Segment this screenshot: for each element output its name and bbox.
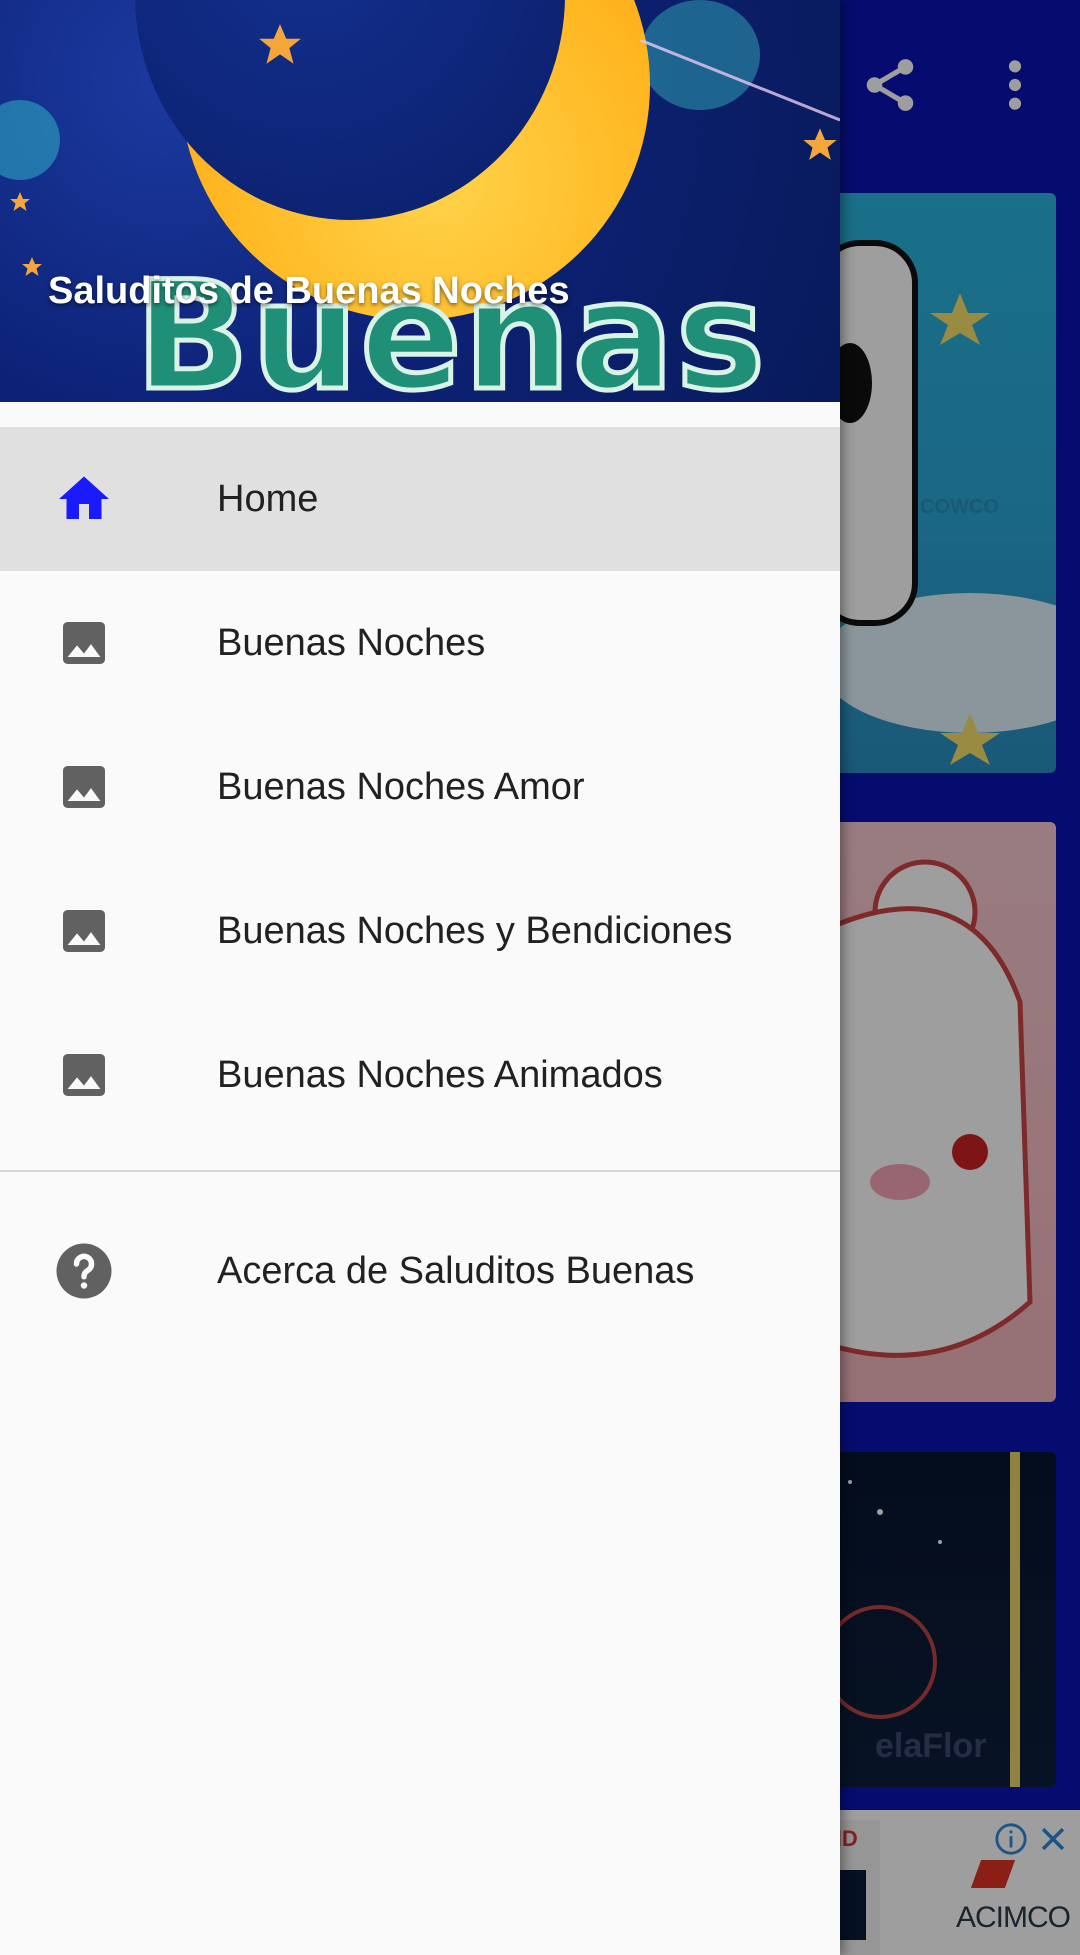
drawer-header: Buenas Saluditos de Buenas Noches [0, 0, 840, 402]
shooting-star [640, 40, 840, 122]
menu-item-buenas-noches-amor[interactable]: Buenas Noches Amor [0, 715, 840, 859]
menu-item-label: Acerca de Saluditos Buenas [217, 1249, 695, 1292]
menu-item-label: Buenas Noches y Bendiciones [217, 909, 733, 952]
menu-item-label: Buenas Noches Animados [217, 1053, 663, 1096]
image-icon [54, 1045, 114, 1105]
menu-item-about[interactable]: Acerca de Saluditos Buenas [0, 1199, 840, 1343]
menu-item-home[interactable]: Home [0, 427, 840, 571]
home-icon [54, 469, 114, 529]
menu-item-label: Buenas Noches Amor [217, 765, 585, 808]
help-icon [54, 1241, 114, 1301]
menu-item-buenas-noches-bendiciones[interactable]: Buenas Noches y Bendiciones [0, 859, 840, 1003]
star-icon [259, 24, 301, 64]
image-icon [54, 613, 114, 673]
star-icon [22, 257, 42, 276]
image-icon [54, 757, 114, 817]
menu-item-label: Buenas Noches [217, 621, 486, 664]
menu-item-buenas-noches[interactable]: Buenas Noches [0, 571, 840, 715]
drawer-title: Saluditos de Buenas Noches [48, 270, 570, 312]
navigation-drawer: Buenas Saluditos de Buenas Noches Home B… [0, 0, 840, 1955]
star-icon [10, 192, 30, 211]
menu-divider [0, 1170, 840, 1172]
menu-item-label: Home [217, 477, 319, 520]
decor-bubble [0, 100, 60, 180]
menu-item-buenas-noches-animados[interactable]: Buenas Noches Animados [0, 1003, 840, 1147]
image-icon [54, 901, 114, 961]
